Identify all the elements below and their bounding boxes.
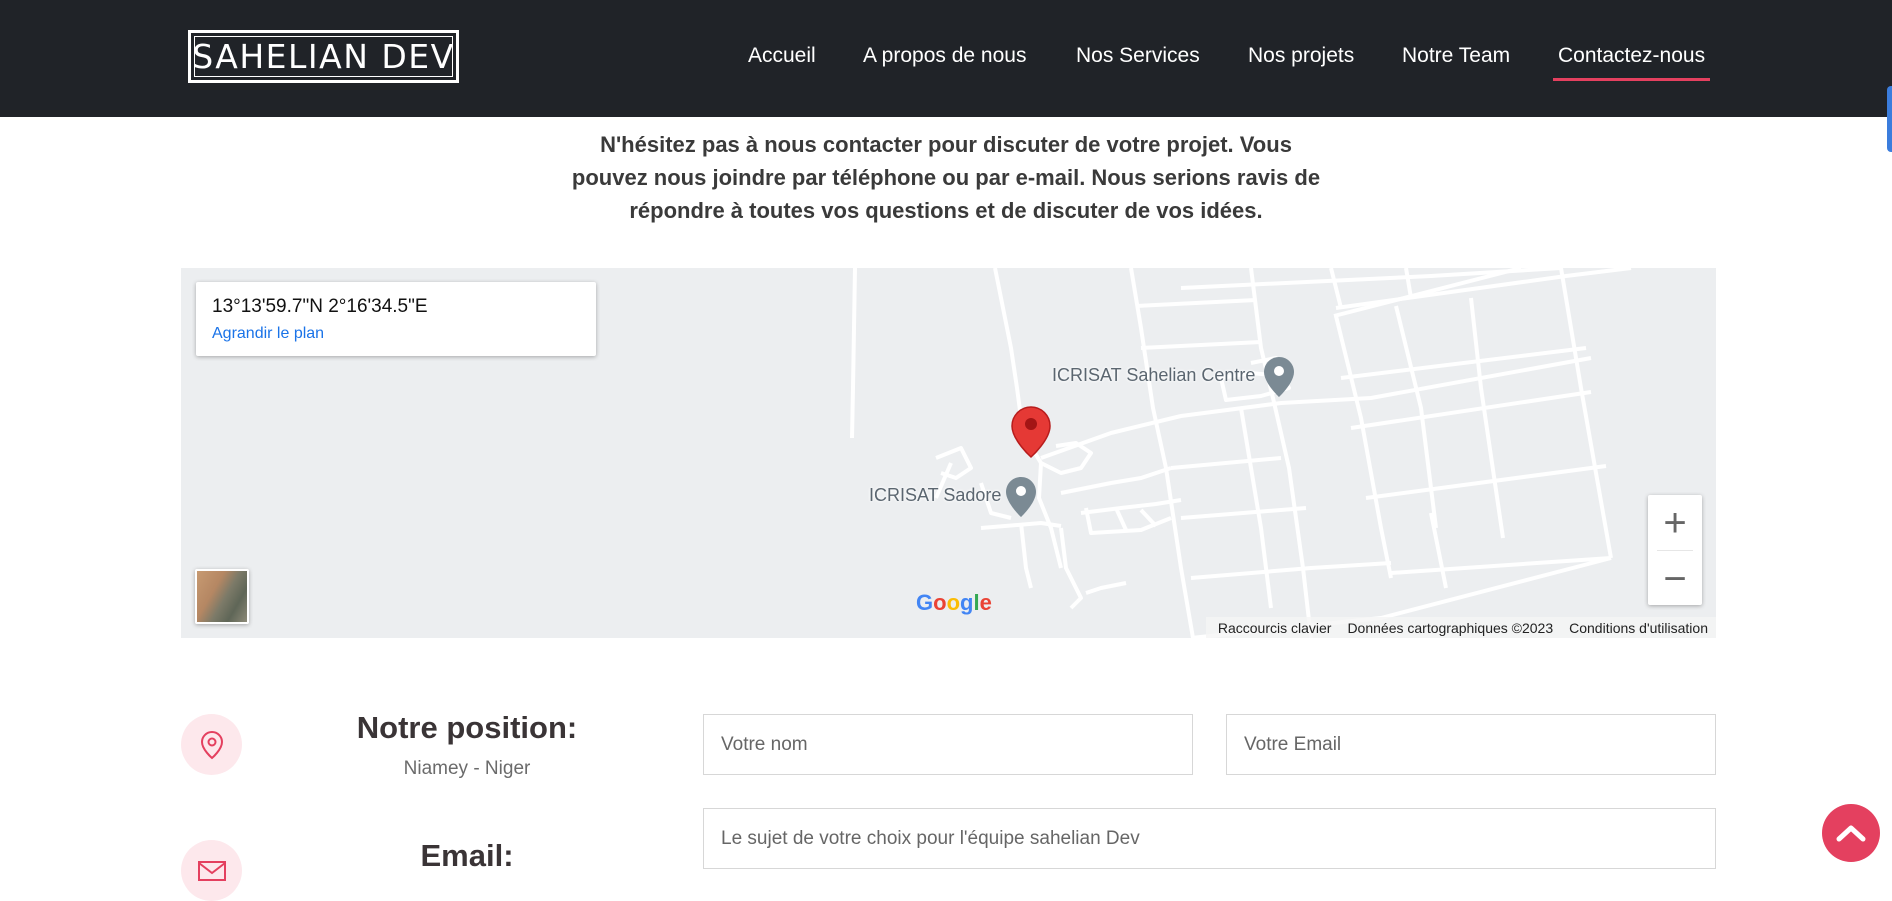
position-icon-circle [181,714,242,775]
chevron-up-icon [1836,825,1866,842]
position-title: Notre position: [356,710,578,745]
nav-item-accueil[interactable]: Accueil [748,44,816,68]
map-footer: Raccourcis clavier Données cartographiqu… [1205,617,1716,638]
nav-item-team[interactable]: Notre Team [1402,44,1510,68]
satellite-layer-toggle[interactable] [195,569,249,624]
subject-field[interactable] [703,808,1716,869]
map-info-card: 13°13'59.7"N 2°16'34.5"E Agrandir le pla… [196,282,596,356]
email-title: Email: [420,838,514,873]
site-header: SAHELIAN DEV Accueil A propos de nous No… [0,0,1892,117]
terms-link[interactable]: Conditions d'utilisation [1569,620,1708,636]
nav-item-contact[interactable]: Contactez-nous [1552,44,1711,81]
position-value: Niamey - Niger [403,758,531,779]
logo-text: SAHELIAN DEV [192,37,455,76]
zoom-in-button[interactable]: + [1648,495,1702,550]
map-data-credit: Données cartographiques ©2023 [1347,619,1554,636]
poi-pin-icon[interactable] [1005,476,1037,518]
envelope-icon [197,860,226,881]
email-icon-circle [181,840,242,901]
map-pin-icon [200,730,223,759]
back-to-top-button[interactable] [1822,804,1880,862]
nav-item-services[interactable]: Nos Services [1076,44,1200,68]
poi-label-sadore[interactable]: ICRISAT Sadore [869,485,1001,506]
map-embed[interactable]: 13°13'59.7"N 2°16'34.5"E Agrandir le pla… [181,268,1716,638]
intro-text: N'hésitez pas à nous contacter pour disc… [571,132,1321,223]
zoom-control: + − [1648,495,1702,605]
poi-pin-icon[interactable] [1263,356,1295,398]
email-field[interactable] [1226,714,1716,775]
side-tab[interactable] [1887,86,1892,152]
zoom-out-button[interactable]: − [1648,551,1702,606]
name-field[interactable] [703,714,1193,775]
google-logo: Google [916,590,992,615]
map-marker-icon[interactable] [1011,406,1051,458]
site-logo[interactable]: SAHELIAN DEV [188,30,459,83]
keyboard-shortcuts-link[interactable]: Raccourcis clavier [1218,620,1332,636]
map-coordinates: 13°13'59.7"N 2°16'34.5"E [212,296,428,317]
poi-label-sahelian-centre[interactable]: ICRISAT Sahelian Centre [1052,365,1255,386]
nav-item-about[interactable]: A propos de nous [863,44,1026,68]
enlarge-map-link[interactable]: Agrandir le plan [212,325,580,343]
nav-item-projects[interactable]: Nos projets [1248,44,1354,68]
